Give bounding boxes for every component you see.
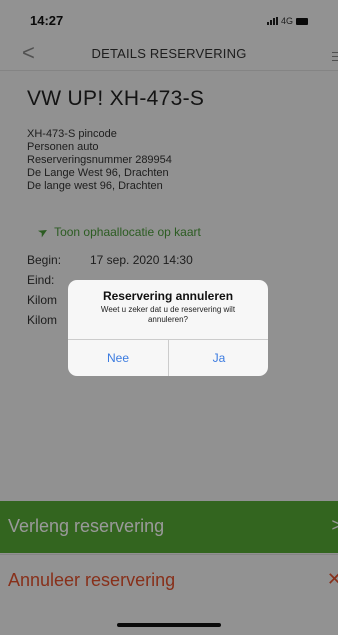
dialog-yes-button[interactable]: Ja xyxy=(169,340,268,376)
dialog-no-button[interactable]: Nee xyxy=(68,340,168,376)
dialog-title: Reservering annuleren xyxy=(102,289,234,303)
dialog-message: Weet u zeker dat u de reservering wilt a… xyxy=(100,305,236,324)
app-screen: 14:27 4G < DETAILS RESERVERING VW UP! XH… xyxy=(0,0,338,635)
cancel-confirmation-dialog: Reservering annuleren Weet u zeker dat u… xyxy=(68,280,268,376)
